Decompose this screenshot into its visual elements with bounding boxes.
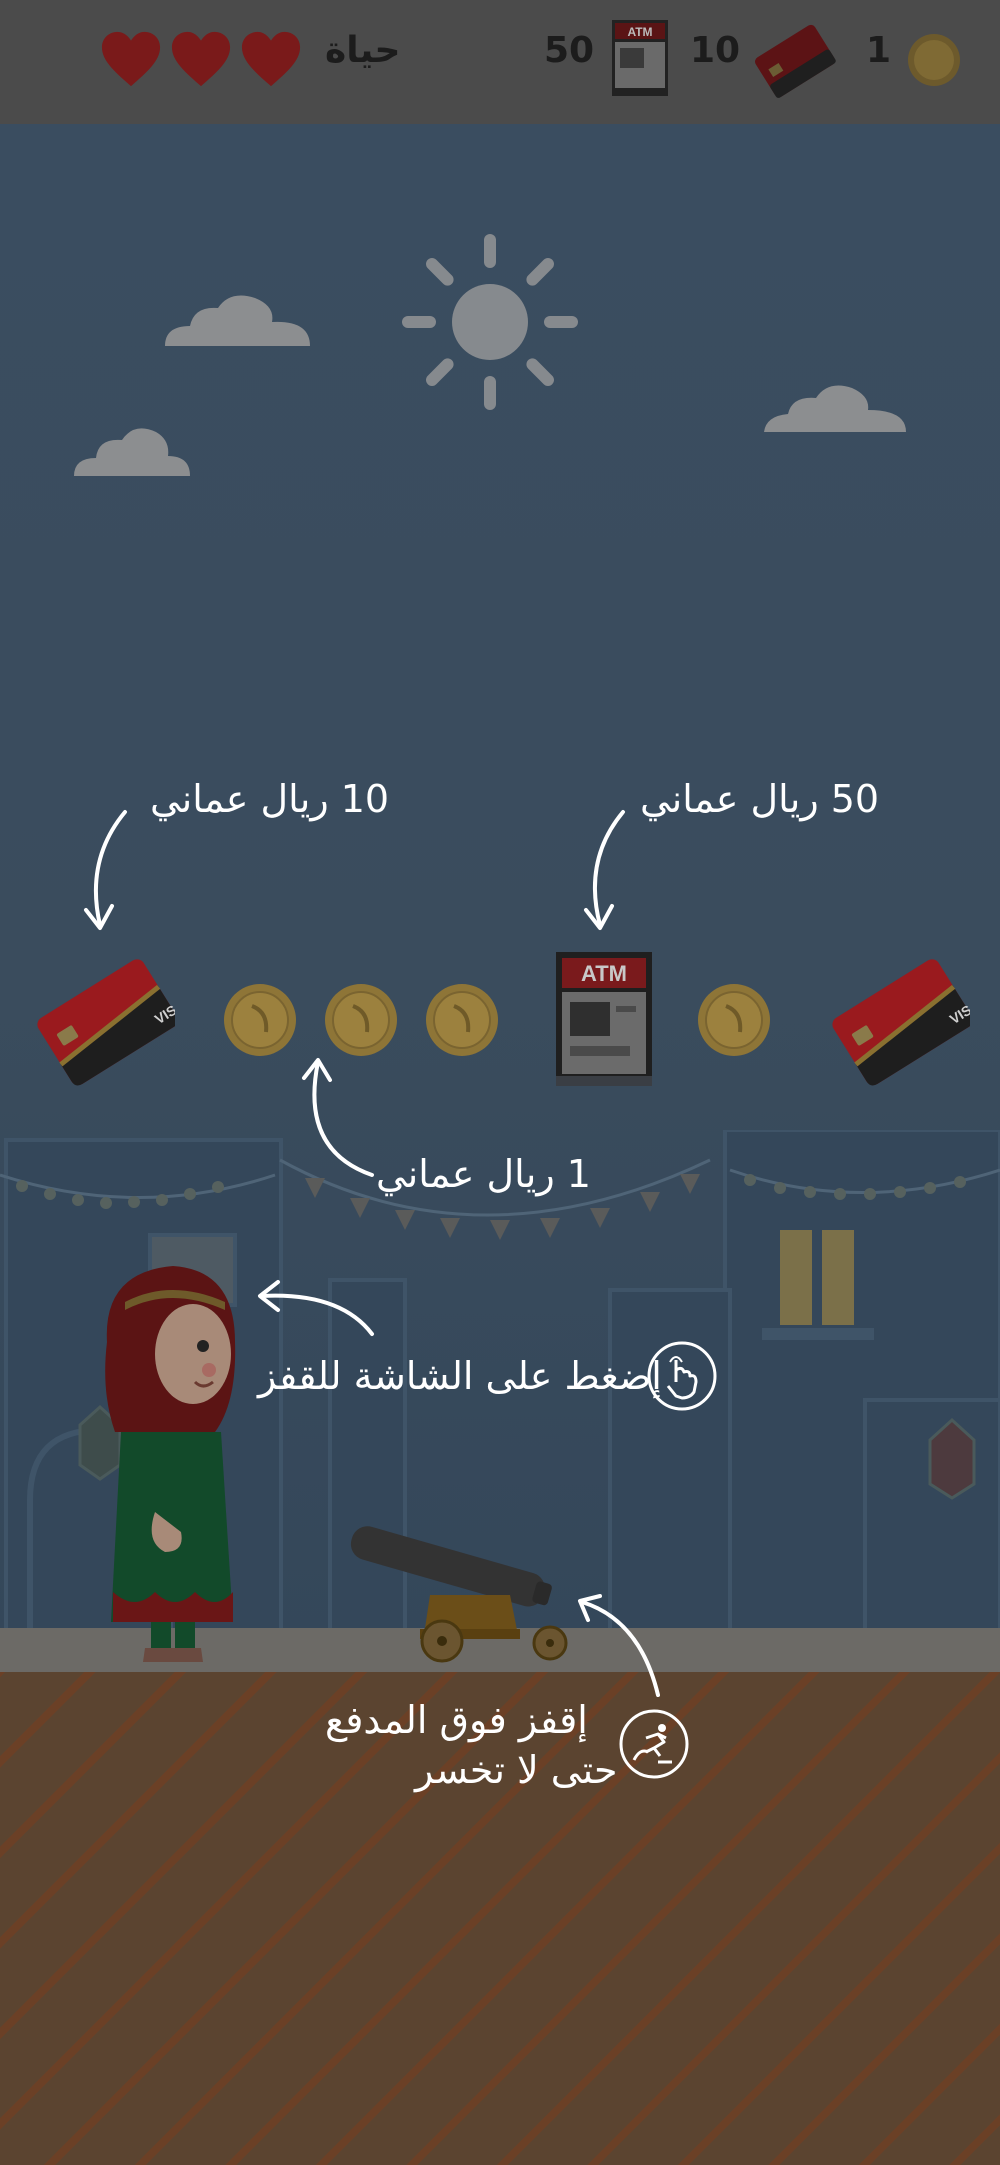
card-pickup[interactable]: VISA — [35, 948, 175, 1088]
coin-value-label: 1 ريال عماني — [376, 1152, 591, 1196]
coin-pickup[interactable] — [696, 982, 772, 1058]
cloud-icon — [74, 428, 190, 476]
lives-label: حياة — [325, 30, 401, 71]
hud-bar: 1 10 ATM 50 حياة — [0, 0, 1000, 124]
cloud-icon — [165, 295, 310, 346]
card-icon — [755, 24, 836, 98]
coin-pickup[interactable] — [424, 982, 500, 1058]
tap-hint-label: إضغط على الشاشة للقفز — [258, 1354, 662, 1398]
coin-icon — [908, 34, 960, 86]
atm-pickup-text: ATM — [581, 961, 627, 986]
card-pickup[interactable]: VISA — [830, 948, 970, 1088]
card-value-label: 10 ريال عماني — [150, 777, 390, 821]
atm-icon-text: ATM — [627, 25, 652, 39]
tap-hand-icon — [647, 1341, 717, 1411]
cloud-icon — [764, 385, 906, 432]
atm-count: 50 — [544, 30, 595, 71]
atm-icon: ATM — [612, 20, 668, 96]
heart-icon — [101, 31, 161, 87]
coin-pickup[interactable] — [323, 982, 399, 1058]
cannon-hint-line1: إقفز فوق المدفع — [325, 1698, 588, 1742]
cannon-hint-line2: حتى لا تخسر — [415, 1748, 618, 1792]
cards-count: 10 — [690, 30, 741, 71]
ground-dirt — [0, 1672, 1000, 2165]
coins-count: 1 — [866, 30, 892, 71]
girl-character — [105, 1266, 236, 1662]
atm-pickup[interactable]: ATM — [554, 950, 654, 1088]
sun-icon — [402, 234, 578, 410]
atm-value-label: 50 ريال عماني — [640, 777, 880, 821]
jump-icon — [619, 1709, 689, 1779]
cannon — [350, 1526, 568, 1663]
heart-icon — [171, 31, 231, 87]
heart-icon — [241, 31, 301, 87]
coin-pickup[interactable] — [222, 982, 298, 1058]
